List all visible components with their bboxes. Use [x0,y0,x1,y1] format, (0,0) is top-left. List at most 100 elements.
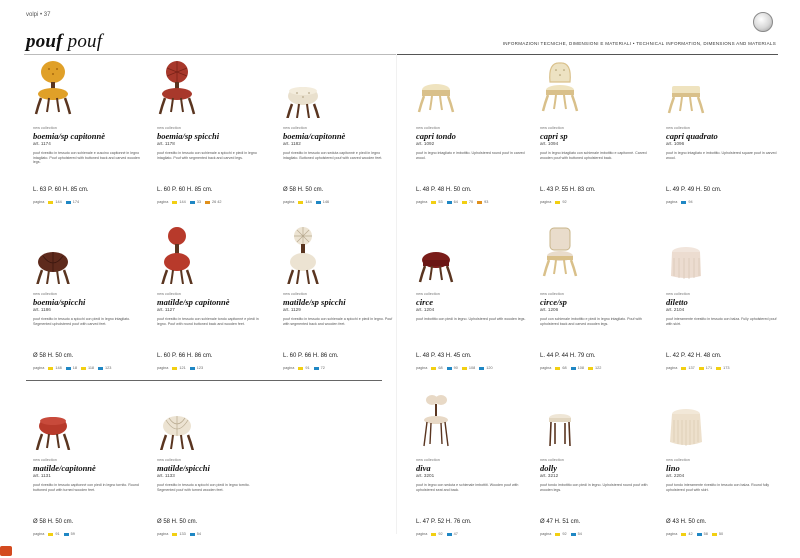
product-description: pouf rivestito in tessuto a spicchi con … [33,317,131,326]
top-divider-right [396,54,778,55]
swatch-chip-icon [313,366,319,370]
product-dimensions: L. 42 P. 42 H. 48 cm. [666,353,722,359]
product-name: capri sp [540,131,568,141]
swatch-code: 68 [438,366,443,370]
swatch-code: 58 [703,532,708,536]
finish-label: pagina [540,200,552,204]
finish-swatches: pagina 121 123 [157,366,203,370]
swatch-code: 122 [594,366,602,370]
swatch-chip-icon [189,532,195,536]
product-article-number: art. 1204 [416,307,435,312]
product-article-number: art. 3201 [416,473,435,478]
swatch-chip-icon [431,200,437,204]
swatch-code: 33 [196,200,201,204]
product-description: pouf rivestito in tessuto a spicchi con … [157,483,250,492]
swatch-chip-icon [431,532,437,536]
product-description: pouf rivestito in tessuto con schienale … [33,151,140,165]
product-name: diletto [666,297,688,307]
swatch-code: 108 [577,366,584,370]
swatch-chip-icon [461,366,467,370]
swatch-chip-icon [477,200,483,204]
swatch-code: 70 [468,200,474,204]
finish-swatches: pagina 94 [666,200,693,204]
finish-label: pagina [33,366,45,370]
product-description: pouf in legno intagliato e imbottito. Up… [416,151,525,160]
product-image [540,392,580,450]
product-tag: new collection [666,458,690,462]
swatch-code: 171 [705,366,713,370]
product-dimensions: Ø 58 H. 50 cm. [33,519,74,525]
finish-label: pagina [283,366,295,370]
finish-label: pagina [157,366,169,370]
product-tag: new collection [540,126,564,130]
swatch-chip-icon [431,366,437,370]
product-tag: new collection [416,292,440,296]
swatch-chip-icon [172,200,178,204]
product-tag: new collection [157,126,181,130]
product-tag: new collection [33,458,57,462]
product-name: capri quadrato [666,131,718,141]
swatch-code: 91 [305,366,310,370]
product-tag: new collection [540,292,564,296]
finish-label: pagina [416,366,428,370]
product-description: pouf rivestito in tessuto con schienale … [283,317,393,326]
swatch-chip-icon [446,366,452,370]
swatch-code: 90 [453,366,458,370]
swatch-code: 54 [196,532,201,536]
product-description: pouf in legno intagliato e imbottito. Up… [666,151,777,160]
product-article-number: art. 1174 [33,141,51,146]
swatch-chip-icon [446,200,452,204]
swatch-chip-icon [716,366,722,370]
product-tag: new collection [33,292,57,296]
swatch-chip-icon [555,200,561,204]
product-tag: new collection [540,458,564,462]
product-name: lino [666,463,680,473]
page-title-main: pouf [26,31,63,52]
page-fold [396,54,397,534]
finish-label: pagina [283,200,295,204]
swatch-code: 68 [562,366,567,370]
swatch-code: 72 [320,366,325,370]
product-dimensions: Ø 47 H. 51 cm. [540,519,581,525]
swatch-code: 174 [72,200,80,204]
swatch-code: 26 42 [211,200,222,204]
product-description: pouf rivestito in tessuto con seduta cap… [283,151,383,160]
finish-swatches: pagina 53 64 70 93 [416,200,488,204]
product-name: matilde/sp capitonnè [157,297,230,307]
swatch-code: 47 [453,532,458,536]
product-article-number: art. 1206 [540,307,559,312]
swatch-code: 108 [468,366,476,370]
swatch-code: 121 [179,366,186,370]
swatch-chip-icon [681,200,687,204]
swatch-chip-icon [479,366,485,370]
swatch-code: 133 [179,532,186,536]
page-title: pouf pouf [26,31,102,53]
product-article-number: art. 1096 [666,141,685,146]
product-dimensions: L. 49 P. 49 H. 50 cm. [666,187,722,193]
product-dimensions: L. 44 P. 44 H. 79 cm. [540,353,596,359]
product-tag: new collection [416,126,440,130]
product-dimensions: L. 48 P. 48 H. 50 cm. [416,187,472,193]
finish-label: pagina [666,532,678,536]
swatch-chip-icon [204,200,210,204]
product-image [540,60,580,118]
swatch-code: 173 [723,366,730,370]
product-image [283,226,323,284]
swatch-code: 94 [688,200,693,204]
swatch-code: 118 [87,366,95,370]
product-name: circe [416,297,433,307]
product-image [157,392,197,450]
finish-swatches: pagina 137 171 173 [666,366,729,370]
swatch-chip-icon [711,532,717,536]
product-image [416,60,456,118]
product-description: pouf tondo interamente rivestito in tess… [666,483,770,492]
swatch-chip-icon [172,366,178,370]
swatch-chip-icon [555,366,561,370]
finish-label: pagina [33,200,45,204]
swatch-code: 144 [305,200,312,204]
swatch-chip-icon [298,200,304,204]
finish-swatches: pagina 144 146 [283,200,329,204]
product-dimensions: L. 60 P. 66 H. 86 cm. [283,353,339,359]
swatch-chip-icon [315,200,321,204]
swatch-code: 18 [72,366,77,370]
